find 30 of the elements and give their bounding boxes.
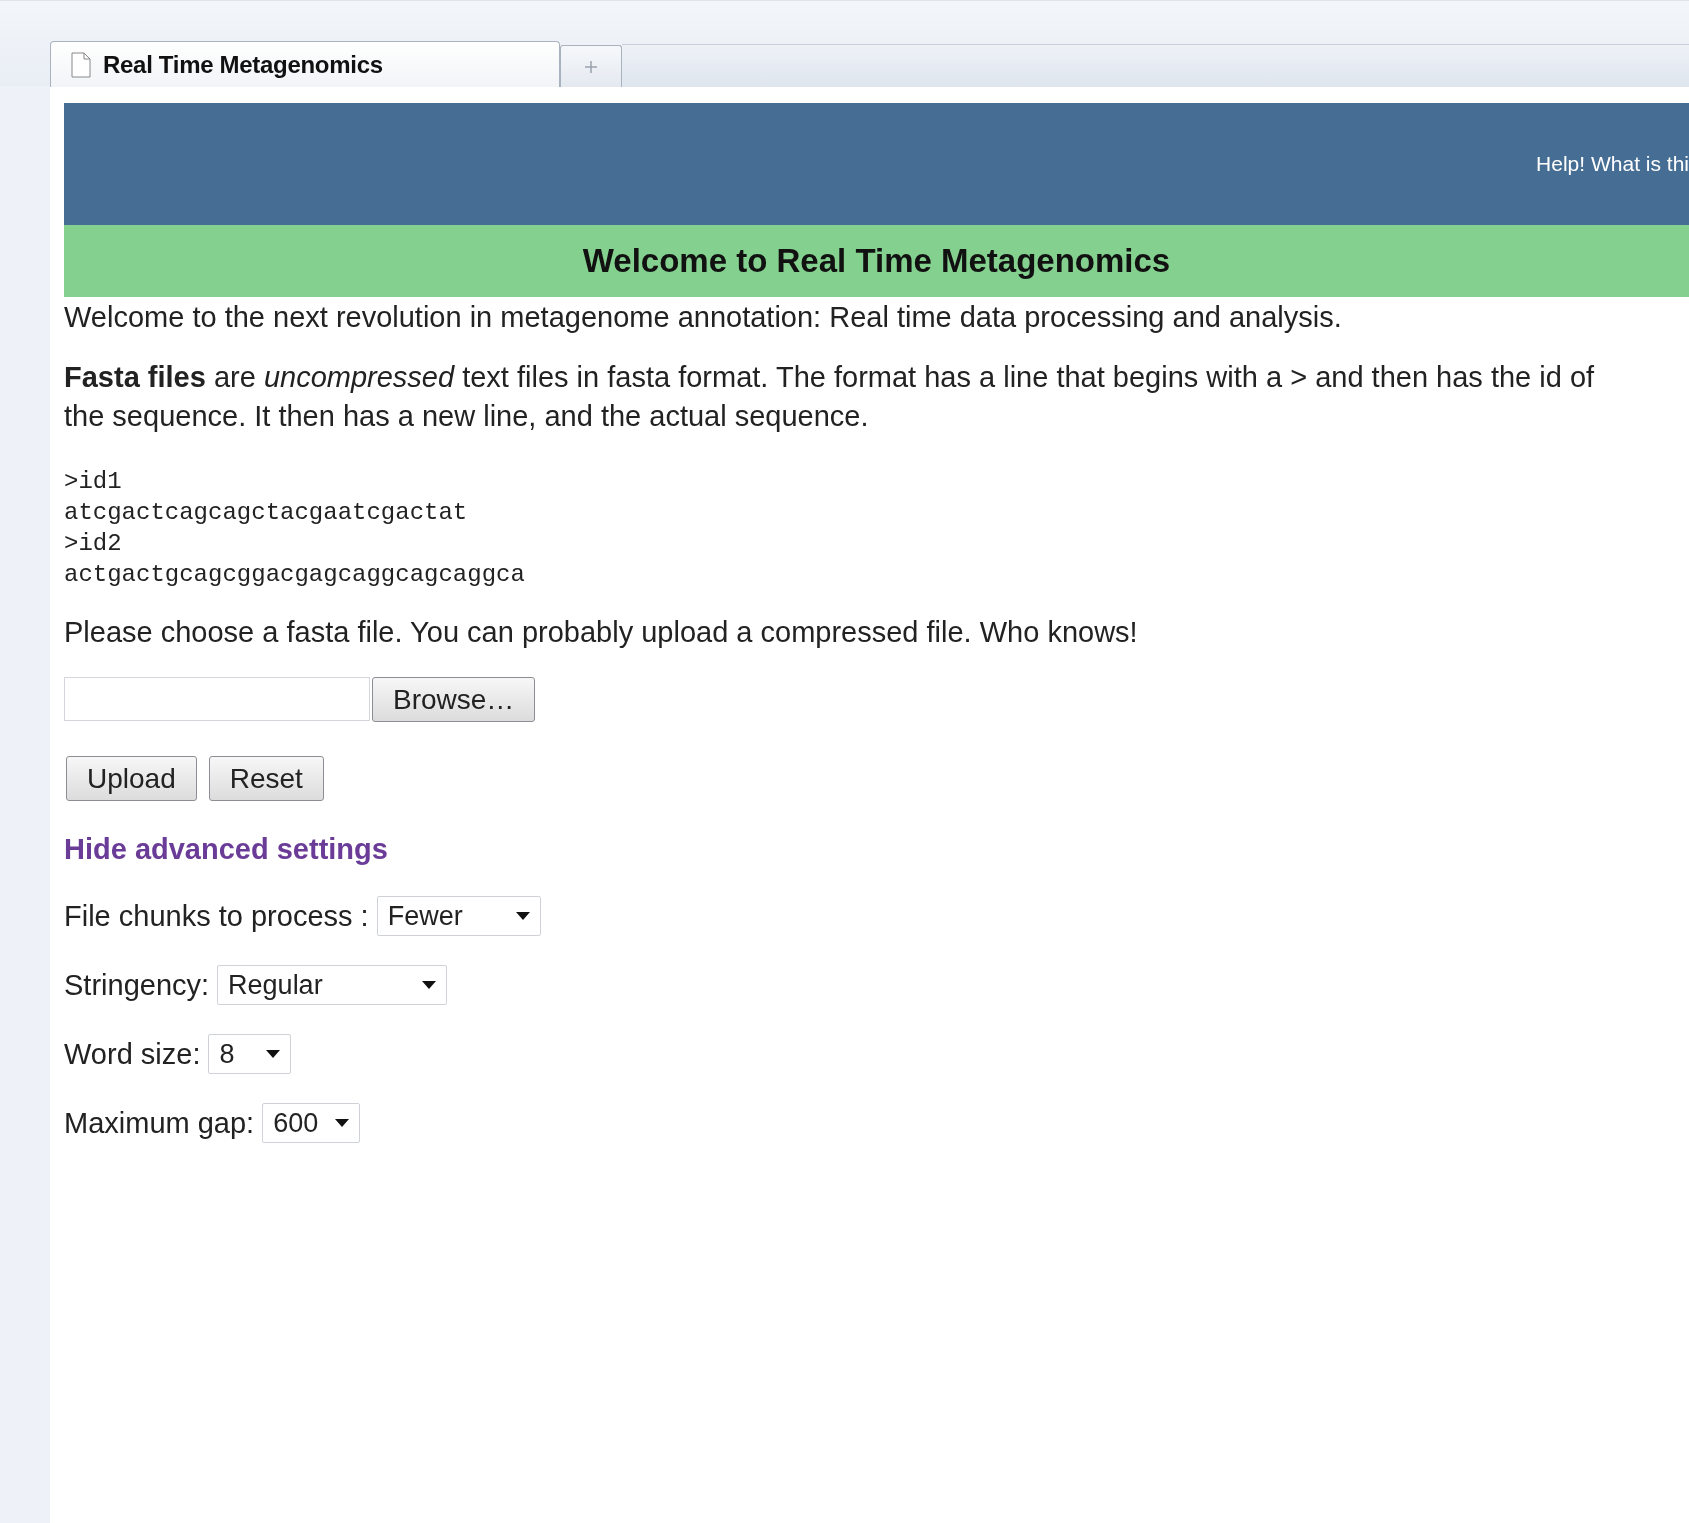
intro-text: Welcome to the next revolution in metagenome annotation: Real time data processing and analysis. (64, 301, 1343, 334)
plus-icon (584, 59, 598, 74)
caret-icon (422, 981, 437, 989)
code-line: >id2 (64, 529, 123, 559)
description-text: Fasta files are uncompressed text files in fasta format. The format has a line that begins with a > and then has the id of the sequence. It then has a new line, and the actual sequence. (64, 360, 1596, 434)
new-tab-button[interactable] (560, 45, 622, 87)
form-button[interactable]: Upload (66, 756, 197, 801)
code-line: >id1 (64, 467, 123, 497)
setting-label: Maximum gap: (64, 1106, 255, 1140)
page-icon (71, 51, 91, 78)
page-title: Welcome to Real Time Metagenomics (582, 242, 1171, 280)
dropdown[interactable]: 600 (262, 1103, 361, 1143)
code-line: actgactgcagcggacgagcaggcagcaggca (64, 560, 526, 590)
setting-label: File chunks to process : (64, 899, 369, 933)
help-link[interactable]: Help! What is thi (1536, 152, 1689, 176)
browse-button[interactable]: Browse… (372, 677, 536, 722)
setting-label: Stringency: (64, 968, 210, 1002)
dropdown[interactable]: Regular (217, 965, 448, 1005)
form-button[interactable]: Reset (208, 756, 324, 801)
dropdown[interactable]: Fewer (376, 896, 541, 936)
code-line: atcgactcagcagctacgaatcgactat (64, 498, 469, 528)
setting-label: Word size: (64, 1037, 201, 1071)
advanced-settings-link[interactable]: Hide advanced settings (64, 833, 388, 866)
caret-icon (335, 1119, 350, 1127)
caret-icon (515, 912, 530, 920)
file-path-field[interactable] (64, 677, 370, 721)
dropdown[interactable]: 8 (208, 1034, 292, 1074)
caret-icon (266, 1050, 281, 1058)
browser-tab[interactable]: Real Time Metagenomics (50, 41, 560, 87)
instruction-text: Please choose a fasta file. You can probably upload a compressed file. Who knows! (64, 616, 1139, 649)
